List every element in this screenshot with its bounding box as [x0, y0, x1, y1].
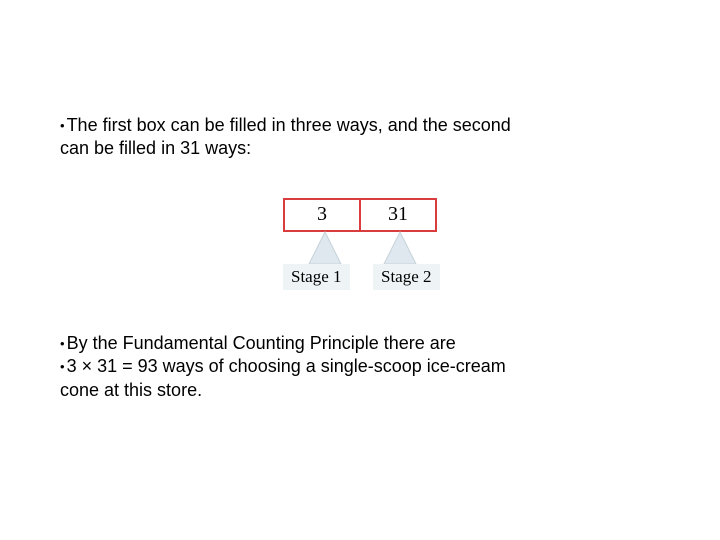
bullet-line: can be filled in 31 ways:: [60, 137, 660, 160]
labels-row: Stage 1 Stage 2: [255, 264, 465, 294]
pointer-row: [255, 232, 465, 266]
stage-2-label: Stage 2: [373, 264, 440, 290]
bullet-line: •By the Fundamental Counting Principle t…: [60, 332, 660, 355]
callout-arrow-icon: [303, 230, 347, 268]
stage-1-label: Stage 1: [283, 264, 350, 290]
bullet-line: •The first box can be filled in three wa…: [60, 114, 660, 137]
bullet-text: The first box can be filled in three way…: [67, 115, 511, 135]
bullet-text: 3 × 31 = 93 ways of choosing a single-sc…: [67, 356, 506, 376]
bullet-line: •3 × 31 = 93 ways of choosing a single-s…: [60, 355, 660, 378]
box-stage-1: 3: [285, 200, 359, 230]
bullet-dot-icon: •: [60, 118, 65, 133]
slide: •The first box can be filled in three wa…: [0, 0, 720, 540]
bullet-block-top: •The first box can be filled in three wa…: [60, 114, 660, 161]
bullet-dot-icon: •: [60, 359, 65, 374]
counting-diagram: 3 31 Stage 1 Stage 2: [255, 198, 465, 294]
bullet-text: By the Fundamental Counting Principle th…: [67, 333, 456, 353]
callout-arrow-icon: [378, 230, 422, 268]
bullet-text: can be filled in 31 ways:: [60, 138, 251, 158]
bullet-block-bottom: •By the Fundamental Counting Principle t…: [60, 332, 660, 402]
box-stage-2: 31: [359, 200, 435, 230]
boxes-row: 3 31: [283, 198, 437, 232]
bullet-line: cone at this store.: [60, 379, 660, 402]
bullet-dot-icon: •: [60, 336, 65, 351]
bullet-text: cone at this store.: [60, 380, 202, 400]
